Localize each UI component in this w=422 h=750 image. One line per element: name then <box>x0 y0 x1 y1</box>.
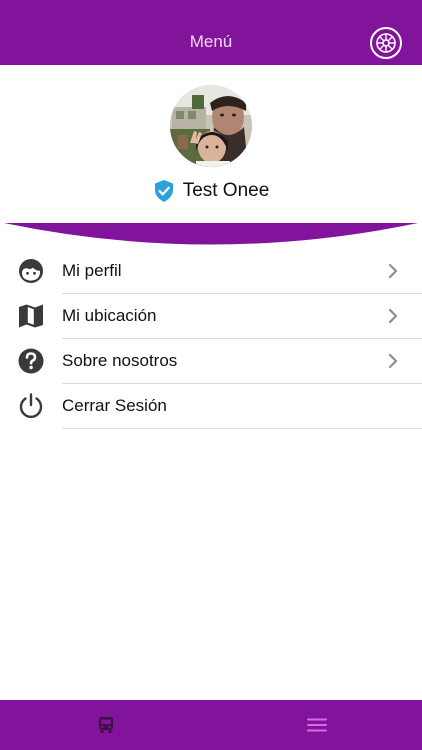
menu-list: Mi perfil Mi ubicación Sobre nosotros Ce… <box>0 249 422 429</box>
menu-item-sobre-nosotros[interactable]: Sobre nosotros <box>18 339 422 384</box>
menu-item-mi-perfil[interactable]: Mi perfil <box>19 249 422 294</box>
user-name: Test Onee <box>182 180 270 201</box>
face-icon <box>19 259 43 283</box>
settings-button[interactable] <box>369 26 403 60</box>
profile-arc-divider <box>4 223 418 245</box>
chevron-right-icon <box>388 263 398 279</box>
menu-label: Mi perfil <box>62 261 122 280</box>
verified-shield-icon <box>154 180 173 202</box>
hamburger-menu-icon <box>306 718 327 732</box>
avatar[interactable] <box>170 85 252 167</box>
tab-bus[interactable] <box>0 700 211 750</box>
bottom-tab-bar <box>0 700 422 750</box>
menu-label: Sobre nosotros <box>62 351 178 370</box>
chevron-right-icon <box>388 308 398 324</box>
settings-wheel-icon <box>370 27 402 59</box>
user-name-row: Test Onee <box>0 178 422 204</box>
chevron-right-icon <box>388 353 398 369</box>
bus-icon <box>98 717 113 733</box>
avatar-photo <box>170 85 252 167</box>
menu-label: Mi ubicación <box>62 306 157 325</box>
power-icon <box>19 393 43 419</box>
profile-section: Test Onee <box>0 65 422 225</box>
page-title: Menú <box>189 32 233 51</box>
header-bar: Menú <box>0 0 422 65</box>
question-icon <box>18 348 44 374</box>
menu-item-mi-ubicacion[interactable]: Mi ubicación <box>19 294 422 339</box>
tab-menu[interactable] <box>211 700 422 750</box>
map-icon <box>19 304 43 328</box>
menu-label: Cerrar Sesión <box>62 396 167 415</box>
menu-item-cerrar-sesion[interactable]: Cerrar Sesión <box>19 384 422 429</box>
